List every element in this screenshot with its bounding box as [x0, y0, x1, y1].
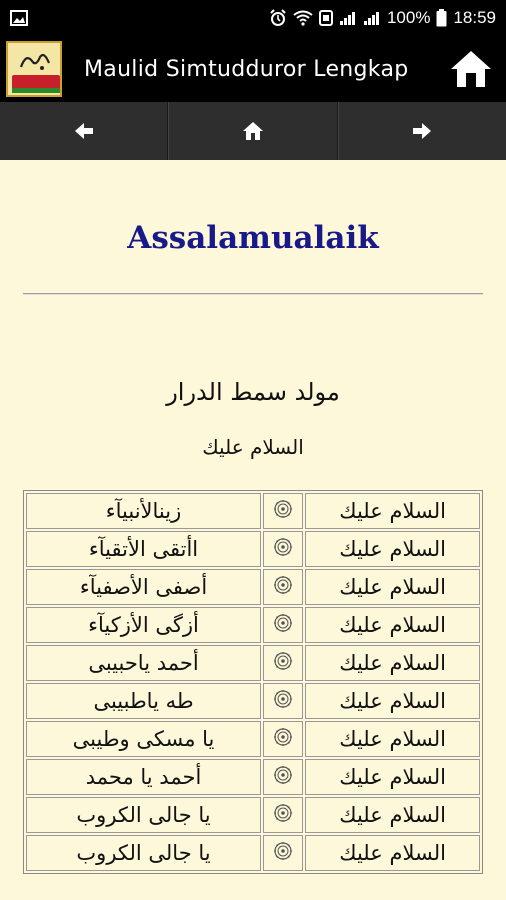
app-logo	[6, 41, 62, 97]
verse-second-half: يا مسكى وطيبى	[26, 721, 262, 757]
home-button[interactable]	[446, 44, 496, 94]
forward-button[interactable]	[337, 102, 506, 160]
logo-calligraphy-icon	[19, 53, 51, 70]
wifi-icon	[293, 10, 313, 26]
table-row: يا مسكى وطيبى السلام عليك	[26, 721, 480, 757]
table-row: زينالأنبيآء السلام عليك	[26, 493, 480, 529]
verse-separator	[263, 683, 304, 719]
verse-first-half: السلام عليك	[305, 531, 480, 567]
page-title: Assalamualaik	[127, 220, 379, 256]
verse-separator	[263, 569, 304, 605]
ornament-icon	[273, 727, 293, 747]
nav-bar	[0, 102, 506, 160]
arrow-left-icon	[74, 123, 93, 139]
verse-first-half: السلام عليك	[305, 607, 480, 643]
verse-second-half: أزگى الأزكيآء	[26, 607, 262, 643]
verse-first-half: السلام عليك	[305, 683, 480, 719]
verse-separator	[263, 759, 304, 795]
verse-first-half: السلام عليك	[305, 797, 480, 833]
battery-icon	[436, 9, 447, 27]
verse-separator	[263, 797, 304, 833]
table-row: اأتقى الأتقيآء السلام عليك	[26, 531, 480, 567]
battery-percent: 100%	[386, 8, 431, 27]
verse-second-half: زينالأنبيآء	[26, 493, 262, 529]
verse-separator	[263, 493, 304, 529]
signal-icon-2	[363, 10, 381, 26]
verse-separator	[263, 607, 304, 643]
image-notification-icon	[10, 10, 28, 26]
verse-table: زينالأنبيآء السلام عليك اأتقى الأتقيآء السل…	[23, 490, 483, 874]
verse-second-half: أحمد يا محمد	[26, 759, 262, 795]
logo-badge	[12, 75, 60, 89]
table-row: أحمد يا محمد السلام عليك	[26, 759, 480, 795]
ornament-icon	[273, 537, 293, 557]
table-row: يا جالى الكروب السلام عليك	[26, 797, 480, 833]
verse-first-half: السلام عليك	[305, 721, 480, 757]
verse-second-half: يا جالى الكروب	[26, 835, 262, 871]
home-icon	[451, 51, 491, 87]
ornament-icon	[273, 765, 293, 785]
ornament-icon	[273, 575, 293, 595]
clock: 18:59	[453, 8, 496, 27]
verse-second-half: يا جالى الكروب	[26, 797, 262, 833]
signal-icon	[339, 10, 357, 26]
status-right: 100% 18:59	[269, 8, 496, 28]
table-row: يا جالى الكروب السلام عليك	[26, 835, 480, 871]
verse-second-half: طه ياطبيبى	[26, 683, 262, 719]
table-row: أحمد ياحبيبى السلام عليك	[26, 645, 480, 681]
divider	[23, 293, 483, 295]
verse-first-half: السلام عليك	[305, 759, 480, 795]
verse-separator	[263, 721, 304, 757]
home-icon	[242, 122, 263, 140]
verse-first-half: السلام عليك	[305, 835, 480, 871]
table-row: أصفى الأصفيآء السلام عليك	[26, 569, 480, 605]
logo-sub-badge	[12, 88, 60, 93]
app-bar: Maulid Simtudduror Lengkap	[0, 36, 506, 102]
ornament-icon	[273, 651, 293, 671]
verse-second-half: أحمد ياحبيبى	[26, 645, 262, 681]
section-subtitle: السلام عليك	[202, 435, 304, 459]
data-icon	[318, 10, 333, 26]
verse-separator	[263, 835, 304, 871]
verse-second-half: اأتقى الأتقيآء	[26, 531, 262, 567]
verse-first-half: السلام عليك	[305, 569, 480, 605]
ornament-icon	[273, 613, 293, 633]
ornament-icon	[273, 689, 293, 709]
verse-first-half: السلام عليك	[305, 493, 480, 529]
app-title: Maulid Simtudduror Lengkap	[84, 56, 409, 82]
arrow-right-icon	[413, 123, 432, 139]
ornament-icon	[273, 841, 293, 861]
verse-separator	[263, 645, 304, 681]
verse-separator	[263, 531, 304, 567]
ornament-icon	[273, 499, 293, 519]
ornament-icon	[273, 803, 293, 823]
alarm-icon	[269, 9, 287, 27]
verse-second-half: أصفى الأصفيآء	[26, 569, 262, 605]
table-row: أزگى الأزكيآء السلام عليك	[26, 607, 480, 643]
status-bar: 100% 18:59	[0, 0, 506, 36]
table-row: طه ياطبيبى السلام عليك	[26, 683, 480, 719]
verse-first-half: السلام عليك	[305, 645, 480, 681]
back-button[interactable]	[0, 102, 169, 160]
section-title: مولد سمط الدرار	[166, 378, 340, 406]
nav-home-button[interactable]	[168, 102, 338, 160]
status-left	[10, 10, 28, 26]
